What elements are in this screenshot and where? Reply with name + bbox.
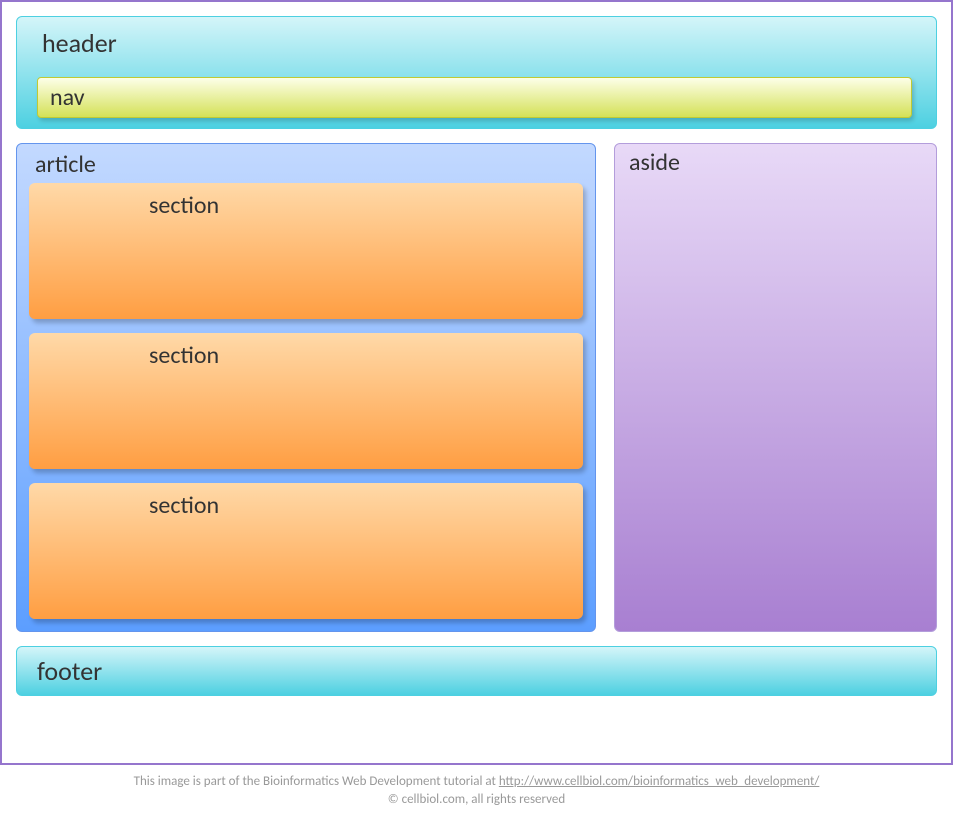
section-label: section — [149, 341, 219, 370]
article-label: article — [29, 148, 583, 183]
header-label: header — [37, 27, 916, 59]
header-region: header nav — [16, 16, 937, 129]
footer-region: footer — [16, 646, 937, 696]
section-label: section — [149, 491, 219, 520]
layout-diagram-frame: header nav article section section secti… — [0, 0, 953, 765]
section-region: section — [29, 333, 583, 469]
middle-row: article section section section aside — [16, 143, 937, 632]
aside-region: aside — [614, 143, 937, 632]
section-label: section — [149, 191, 219, 220]
attribution-text: This image is part of the Bioinformatics… — [0, 765, 953, 813]
section-region: section — [29, 483, 583, 619]
nav-region: nav — [37, 77, 912, 118]
nav-label: nav — [50, 83, 85, 112]
attribution-url: http://www.cellbiol.com/bioinformatics_w… — [499, 774, 820, 789]
article-region: article section section section — [16, 143, 596, 632]
attribution-prefix: This image is part of the Bioinformatics… — [134, 774, 499, 789]
section-region: section — [29, 183, 583, 319]
footer-label: footer — [37, 655, 102, 687]
aside-label: aside — [629, 148, 680, 177]
attribution-copyright: © cellbiol.com, all rights reserved — [388, 792, 565, 807]
